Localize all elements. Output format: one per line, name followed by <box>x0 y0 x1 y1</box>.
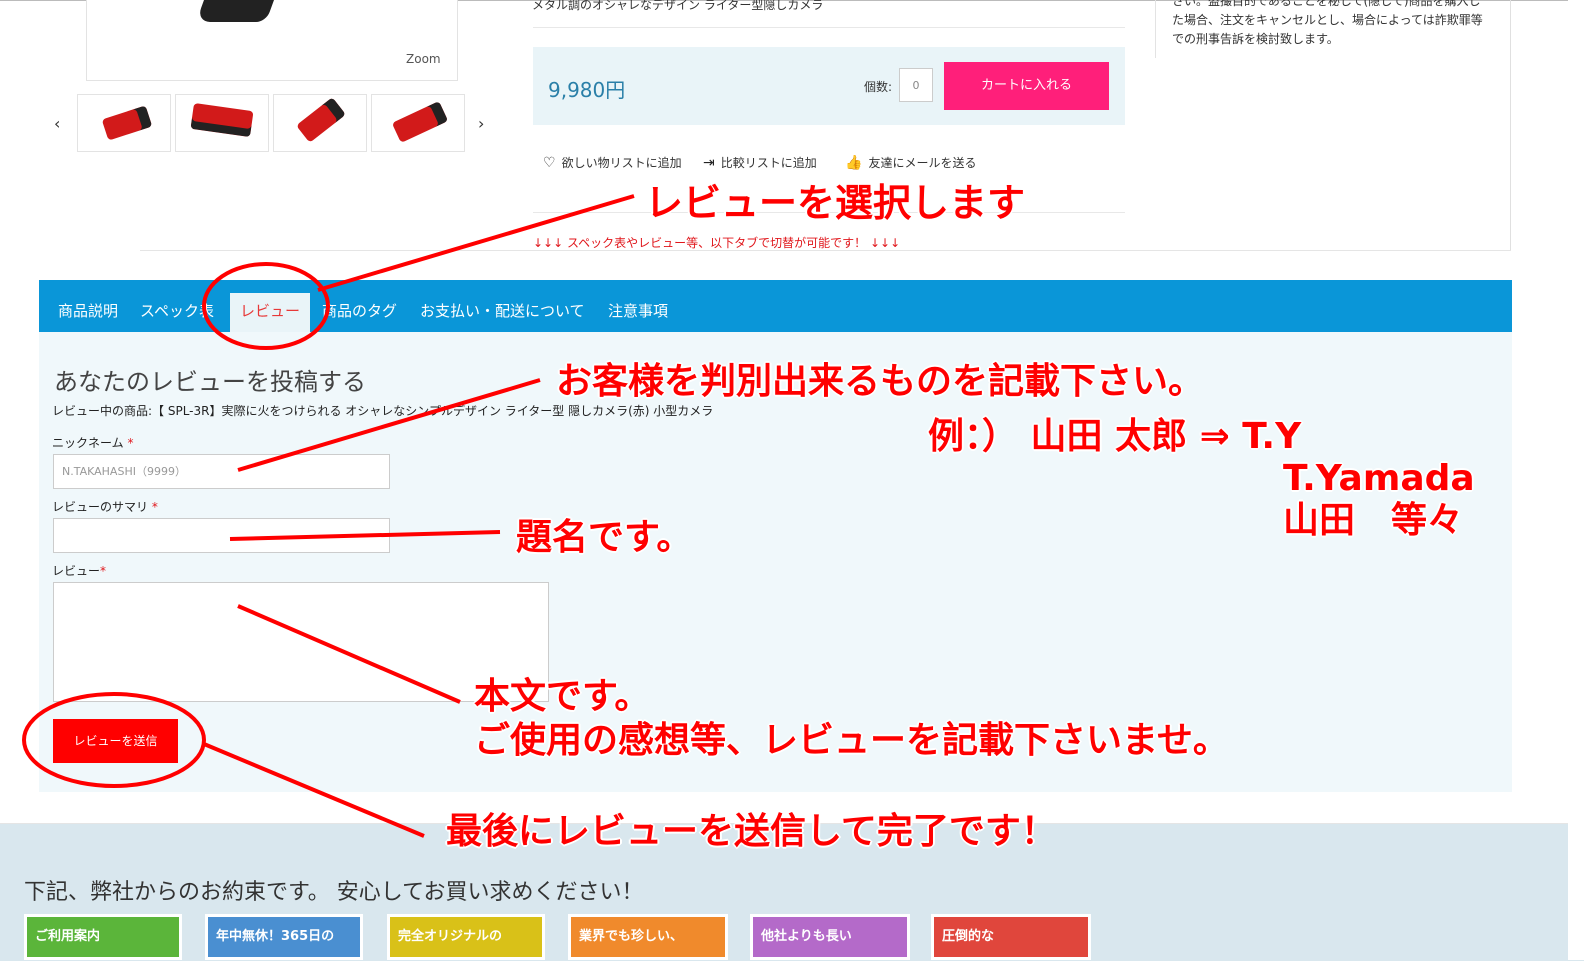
annotation-title-note: 題名です。 <box>516 517 693 558</box>
highlight-circle-review-tab <box>202 262 330 350</box>
annotation-example-line1: 例：） 山田 太郎 ⇒ T.Y <box>928 416 1302 457</box>
annotation-body-note-1: 本文です。 <box>474 676 651 717</box>
annotation-example-line2: T.Yamada <box>1283 458 1475 499</box>
pointer-line <box>317 194 635 292</box>
annotation-example-line3: 山田 等々 <box>1283 500 1464 541</box>
annotation-select-review: レビューを選択します <box>645 181 1026 225</box>
pointer-line <box>237 378 541 472</box>
pointer-line <box>237 604 461 704</box>
highlight-circle-submit <box>22 692 206 788</box>
annotation-body-note-2: ご使用の感想等、レビューを記載下さいませ。 <box>474 720 1229 761</box>
scrollbar[interactable] <box>1568 0 1584 960</box>
annotation-finish-note: 最後にレビューを送信して完了です！ <box>446 811 1057 852</box>
annotation-identify: お客様を判別出来るものを記載下さい。 <box>556 361 1205 402</box>
pointer-line <box>229 530 501 541</box>
pointer-line <box>203 742 425 838</box>
